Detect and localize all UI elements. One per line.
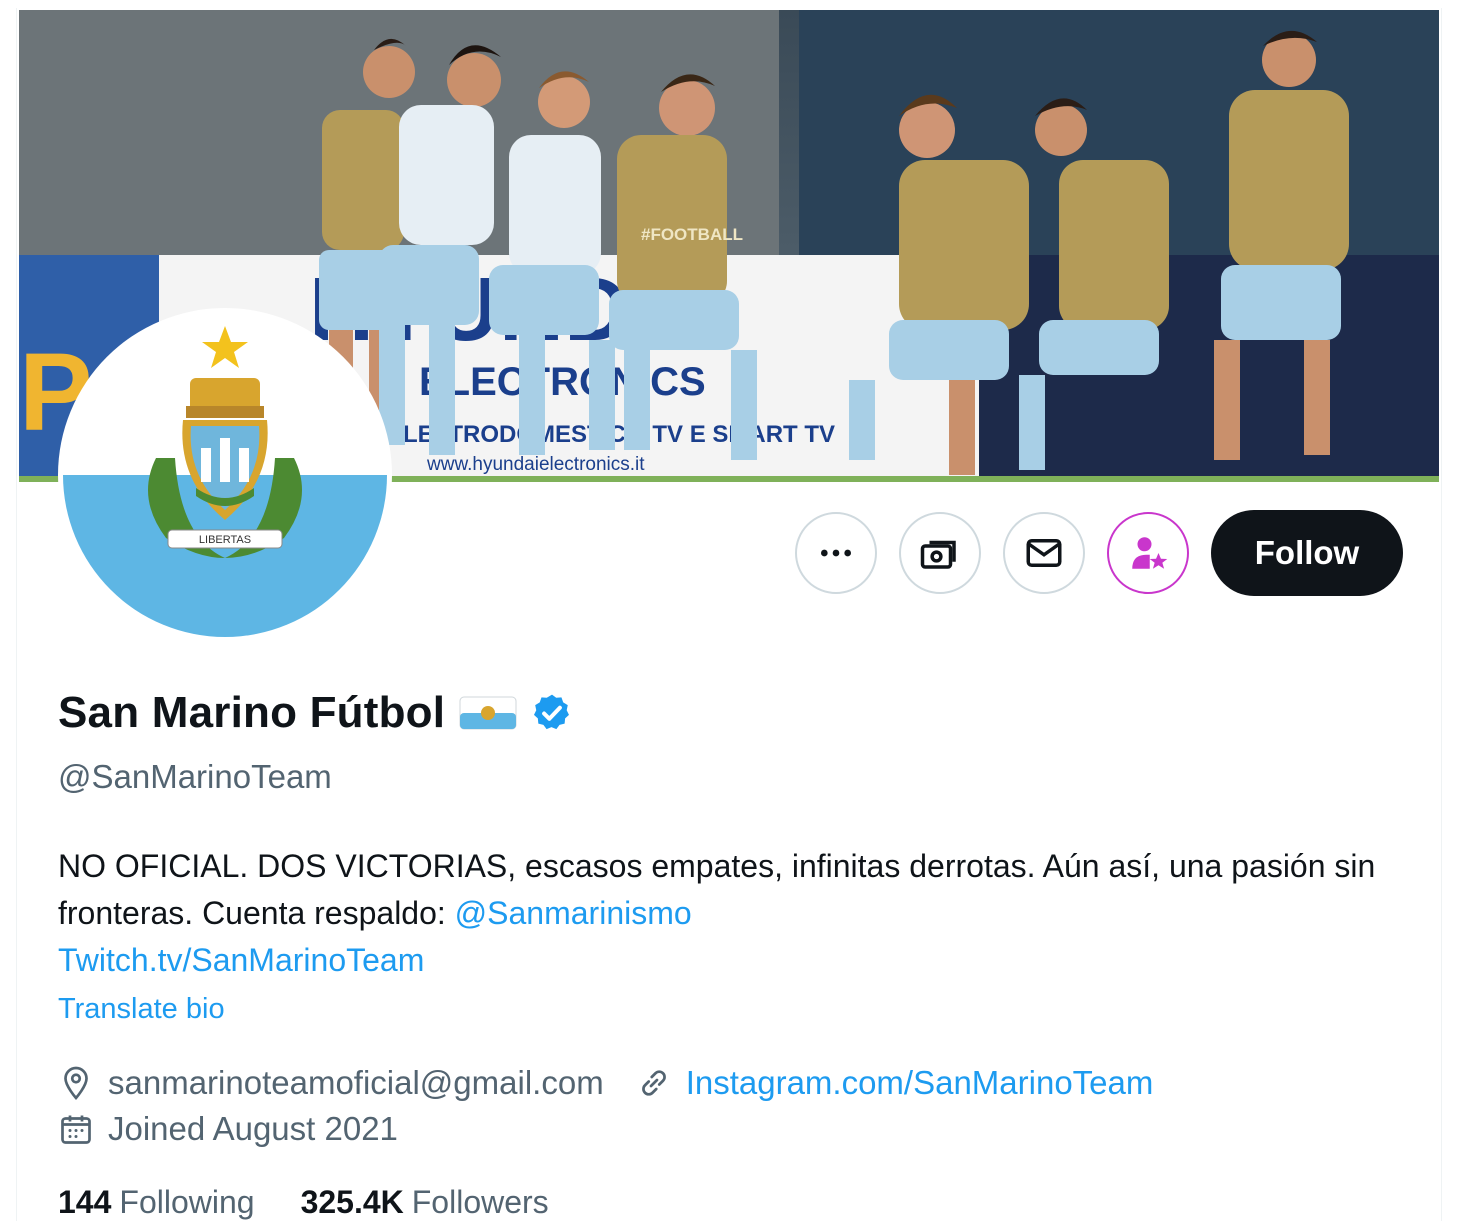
profile-website: Instagram.com/SanMarinoTeam [636, 1064, 1154, 1102]
flag-emoji-icon [459, 696, 517, 730]
avatar-motto: LIBERTAS [199, 534, 251, 546]
tip-button[interactable] [899, 512, 981, 594]
banner-bib-text: #FOOTBALL [641, 225, 743, 244]
followers-link[interactable]: 325.4K Followers [301, 1184, 549, 1221]
profile-meta: sanmarinoteamoficial@gmail.com Instagram… [58, 1060, 1185, 1152]
display-name: San Marino Fútbol [58, 688, 446, 737]
verified-icon[interactable] [531, 692, 573, 734]
more-button[interactable] [795, 512, 877, 594]
banner-board-text-3: www.hyundaielectronics.it [426, 454, 645, 475]
profile-actions: Follow [795, 510, 1403, 596]
profile-handle: @SanMarinoTeam [58, 758, 332, 795]
profile-stats: 144 Following 325.4K Followers [58, 1184, 549, 1221]
message-button[interactable] [1003, 512, 1085, 594]
website-link[interactable]: Instagram.com/SanMarinoTeam [686, 1064, 1154, 1102]
subscribe-button[interactable] [1107, 512, 1189, 594]
profile-bio: NO OFICIAL. DOS VICTORIAS, escasos empat… [58, 843, 1398, 984]
more-icon [821, 549, 851, 557]
profile-location: sanmarinoteamoficial@gmail.com [58, 1064, 604, 1102]
calendar-icon [61, 1115, 91, 1144]
subscribe-icon [1132, 537, 1168, 569]
avatar-flag-image: LIBERTAS [63, 313, 387, 637]
profile-name-row: San Marino Fútbol [58, 688, 573, 738]
bio-mention-link[interactable]: @Sanmarinismo [455, 895, 692, 931]
following-count: 144 [58, 1184, 112, 1220]
link-icon [641, 1070, 666, 1096]
profile-joined: Joined August 2021 [58, 1110, 398, 1148]
banner-board-text-1: ELECTRONICS [419, 360, 706, 404]
follow-button[interactable]: Follow [1211, 510, 1403, 596]
message-icon [1026, 539, 1062, 567]
bio-text: NO OFICIAL. DOS VICTORIAS, escasos empat… [58, 848, 1376, 931]
tip-icon [920, 540, 956, 569]
following-link[interactable]: 144 Following [58, 1184, 255, 1221]
translate-bio-link[interactable]: Translate bio [58, 993, 225, 1026]
following-label: Following [119, 1184, 255, 1220]
profile-card: P HYUNDAI ELECTRONICS ELETTRODOMESTICI |… [16, 8, 1442, 1221]
location-text: sanmarinoteamoficial@gmail.com [108, 1064, 604, 1101]
location-icon [64, 1066, 88, 1101]
joined-text: Joined August 2021 [108, 1110, 398, 1147]
followers-label: Followers [411, 1184, 549, 1220]
bio-twitch-link[interactable]: Twitch.tv/SanMarinoTeam [58, 942, 424, 978]
followers-count: 325.4K [300, 1184, 404, 1220]
profile-avatar[interactable]: LIBERTAS [58, 308, 392, 642]
